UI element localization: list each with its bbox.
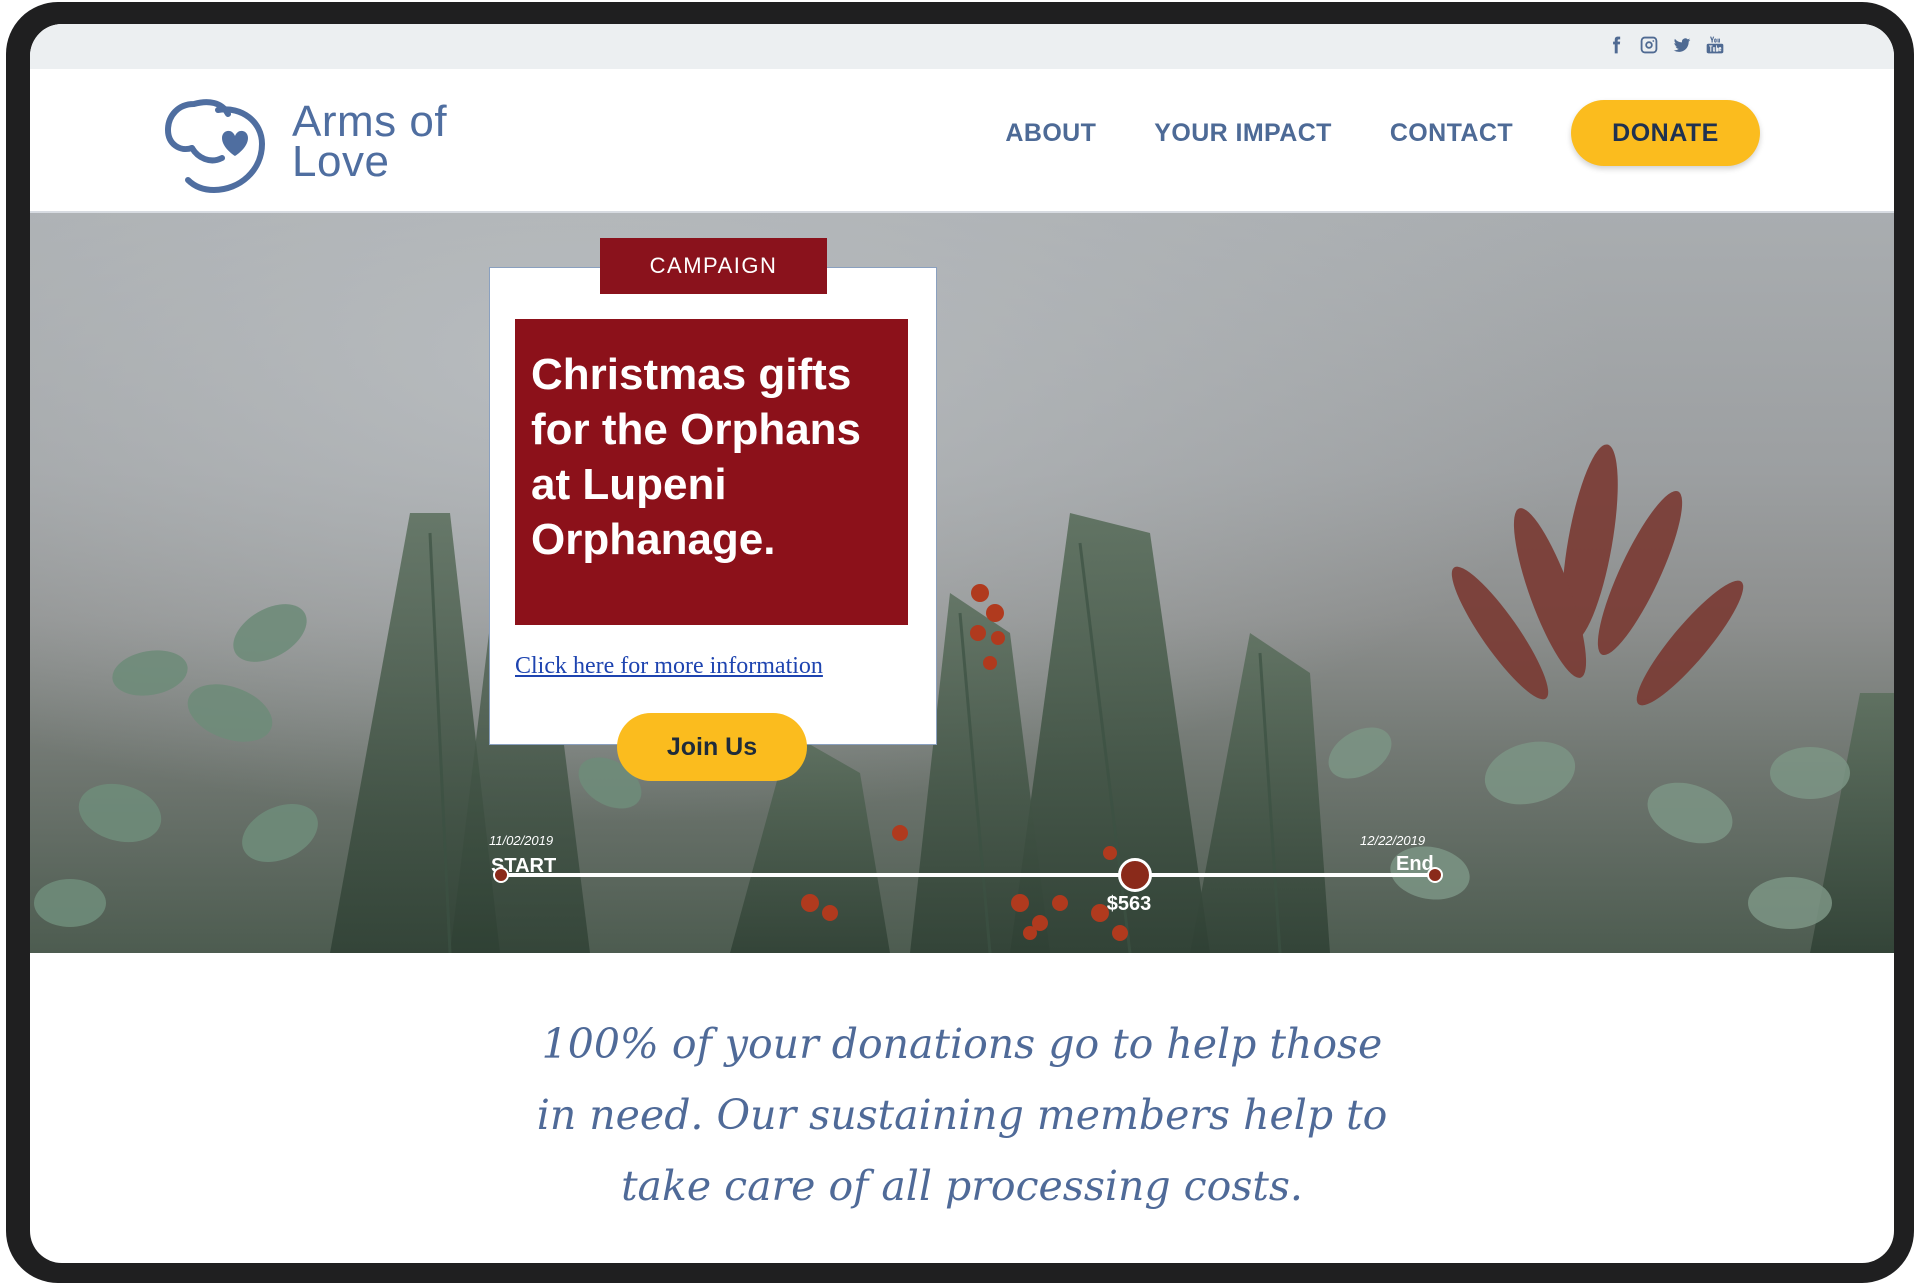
facebook-icon[interactable] xyxy=(1605,34,1627,56)
campaign-title-box: Christmas gifts for the Orphans at Lupen… xyxy=(515,319,908,625)
nav-about[interactable]: ABOUT xyxy=(1005,119,1096,148)
tagline-line3: take care of all processing costs. xyxy=(621,1162,1303,1210)
brand-name: Arms of Love xyxy=(292,97,448,186)
instagram-icon[interactable] xyxy=(1638,34,1660,56)
donate-button[interactable]: DONATE xyxy=(1571,100,1760,166)
join-us-button[interactable]: Join Us xyxy=(617,713,807,781)
logo[interactable]: Arms of Love xyxy=(158,86,447,198)
brand-name-line1: Arms of xyxy=(292,97,448,146)
tagline-line1: 100% of your donations go to help those xyxy=(541,1020,1383,1068)
hero-background-image xyxy=(34,444,1894,953)
social-bar xyxy=(30,24,1894,69)
campaign-tag: CAMPAIGN xyxy=(600,238,827,294)
tagline-line2: in need. Our sustaining members help to xyxy=(536,1091,1388,1139)
campaign-card: CAMPAIGN Christmas gifts for the Orphans… xyxy=(489,238,937,781)
main-nav: ABOUT YOUR IMPACT CONTACT DONATE xyxy=(1005,100,1760,166)
logo-icon xyxy=(164,99,266,194)
donation-tagline: 100% of your donations go to help those … xyxy=(30,1009,1894,1222)
browser-screen: Arms of Love ABOUT YOUR IMPACT CONTACT D… xyxy=(30,24,1894,1263)
device-frame: Arms of Love ABOUT YOUR IMPACT CONTACT D… xyxy=(6,2,1914,1283)
campaign-title: Christmas gifts for the Orphans at Lupen… xyxy=(531,350,862,564)
nav-your-impact[interactable]: YOUR IMPACT xyxy=(1154,119,1332,148)
hero-banner: CAMPAIGN Christmas gifts for the Orphans… xyxy=(30,213,1894,953)
nav-contact[interactable]: CONTACT xyxy=(1390,119,1513,148)
social-icons xyxy=(1605,34,1726,56)
brand-name-line2: Love xyxy=(292,137,390,186)
more-info-link[interactable]: Click here for more information xyxy=(515,653,823,680)
site-header: Arms of Love ABOUT YOUR IMPACT CONTACT D… xyxy=(30,69,1894,213)
twitter-icon[interactable] xyxy=(1671,34,1693,56)
youtube-icon[interactable] xyxy=(1704,34,1726,56)
